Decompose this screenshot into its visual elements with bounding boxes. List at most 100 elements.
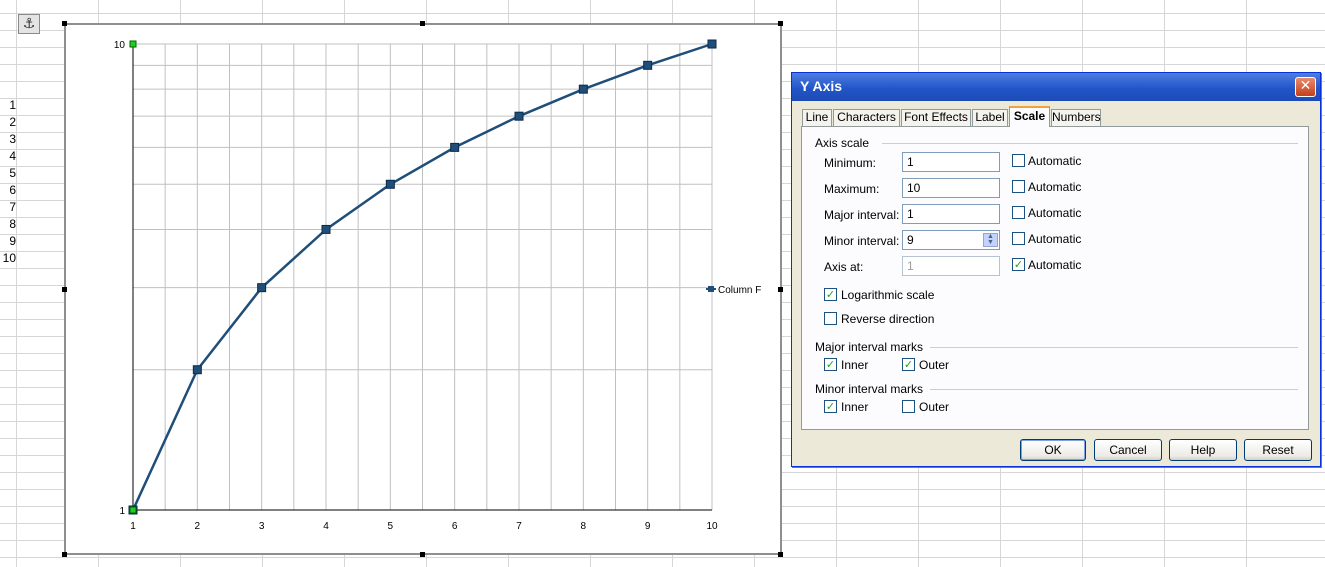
row-number-8[interactable]: 8 <box>0 216 16 233</box>
axis-scale-divider <box>882 143 1298 144</box>
data-point-marker <box>192 365 202 375</box>
maximum-input[interactable]: 10 <box>902 178 1000 198</box>
chart-object[interactable]: 1 2 3 4 5 6 7 8 9 10 1 10 Column F <box>64 23 782 555</box>
reset-button[interactable]: Reset <box>1244 439 1312 461</box>
anchor-icon[interactable]: ⚓ <box>18 14 40 34</box>
major-inner-label: Inner <box>841 358 869 372</box>
reverse-direction-checkbox[interactable] <box>824 312 837 325</box>
row-number-5[interactable]: 5 <box>0 165 16 182</box>
minor-marks-title: Minor interval marks <box>815 382 924 396</box>
logarithmic-scale-checkbox[interactable]: ✓ <box>824 288 837 301</box>
y-tick-label: 1 <box>119 506 125 517</box>
cancel-button[interactable]: Cancel <box>1094 439 1162 461</box>
legend-label: Column F <box>718 285 761 296</box>
tab-scale[interactable]: Scale <box>1009 106 1050 127</box>
minor-interval-stepper[interactable]: 9 ▲ ▼ <box>902 230 1000 250</box>
axis-scale-title: Axis scale <box>815 136 870 150</box>
minor-interval-label: Minor interval: <box>824 234 900 248</box>
row-number-1[interactable]: 1 <box>0 97 16 114</box>
x-tick-label: 1 <box>130 521 136 532</box>
minor-outer-label: Outer <box>919 400 950 414</box>
dialog-titlebar[interactable]: Y Axis ✕ <box>792 73 1320 101</box>
row-number-7[interactable]: 7 <box>0 199 16 216</box>
line-chart: 1 2 3 4 5 6 7 8 9 10 1 10 Column F <box>114 39 761 532</box>
tab-label[interactable]: Label <box>972 109 1008 126</box>
data-point-marker <box>257 283 267 293</box>
row-number-10[interactable]: 10 <box>0 250 16 267</box>
minor-outer-checkbox[interactable] <box>902 400 915 413</box>
major-marks-title: Major interval marks <box>815 340 924 354</box>
axis-handle-top <box>129 40 137 48</box>
scale-tab-panel: Axis scale Minimum: 1 Automatic Maximum:… <box>801 126 1309 430</box>
data-point-marker <box>707 39 717 49</box>
x-tick-label: 6 <box>452 521 458 532</box>
data-point-marker <box>385 179 395 189</box>
x-tick-label: 4 <box>323 521 329 532</box>
resize-handle-top-right[interactable] <box>778 21 783 26</box>
help-button[interactable]: Help <box>1169 439 1237 461</box>
data-point-marker <box>578 84 588 94</box>
x-tick-label: 7 <box>516 521 522 532</box>
major-inner-checkbox[interactable]: ✓ <box>824 358 837 371</box>
minor-inner-checkbox[interactable]: ✓ <box>824 400 837 413</box>
ok-button[interactable]: OK <box>1020 439 1086 461</box>
axis-at-automatic-label: Automatic <box>1028 258 1082 272</box>
major-interval-input[interactable]: 1 <box>902 204 1000 224</box>
y-axis-dialog: Y Axis ✕ Line Characters Font Effects La… <box>791 72 1321 467</box>
major-interval-label: Major interval: <box>824 208 900 222</box>
major-outer-checkbox[interactable]: ✓ <box>902 358 915 371</box>
axis-at-input: 1 <box>902 256 1000 276</box>
row-number-3[interactable]: 3 <box>0 131 16 148</box>
x-tick-label: 9 <box>645 521 651 532</box>
resize-handle-bottom-left[interactable] <box>62 552 67 557</box>
spin-arrows-icon[interactable]: ▲ ▼ <box>983 233 998 247</box>
resize-handle-right[interactable] <box>778 287 783 292</box>
row-number-9[interactable]: 9 <box>0 233 16 250</box>
major-interval-automatic-label: Automatic <box>1028 206 1082 220</box>
minor-interval-automatic-label: Automatic <box>1028 232 1082 246</box>
tab-font-effects[interactable]: Font Effects <box>901 109 971 126</box>
dialog-title: Y Axis <box>800 78 843 94</box>
axis-at-label: Axis at: <box>824 260 864 274</box>
minor-inner-label: Inner <box>841 400 869 414</box>
maximum-automatic-checkbox[interactable] <box>1012 180 1025 193</box>
x-tick-label: 3 <box>259 521 265 532</box>
axis-at-automatic-checkbox[interactable]: ✓ <box>1012 258 1025 271</box>
close-icon: ✕ <box>1299 78 1312 94</box>
x-tick-label: 2 <box>195 521 201 532</box>
row-number-6[interactable]: 6 <box>0 182 16 199</box>
resize-handle-left[interactable] <box>62 287 67 292</box>
tab-characters[interactable]: Characters <box>833 109 900 126</box>
minor-interval-automatic-checkbox[interactable] <box>1012 232 1025 245</box>
logarithmic-scale-label: Logarithmic scale <box>841 288 935 302</box>
data-point-marker <box>321 224 331 234</box>
maximum-automatic-label: Automatic <box>1028 180 1082 194</box>
row-number-2[interactable]: 2 <box>0 114 16 131</box>
x-tick-label: 10 <box>706 521 718 532</box>
data-point-marker <box>450 142 460 152</box>
resize-handle-top-left[interactable] <box>62 21 67 26</box>
x-tick-label: 5 <box>388 521 394 532</box>
tab-numbers[interactable]: Numbers <box>1051 109 1101 126</box>
row-number-4[interactable]: 4 <box>0 148 16 165</box>
x-tick-label: 8 <box>581 521 587 532</box>
legend-marker <box>708 286 714 292</box>
major-marks-divider <box>930 347 1298 348</box>
minor-marks-divider <box>930 389 1298 390</box>
minimum-label: Minimum: <box>824 156 877 170</box>
y-tick-label: 10 <box>114 40 126 51</box>
resize-handle-top[interactable] <box>420 21 425 26</box>
tab-line[interactable]: Line <box>802 109 832 126</box>
minimum-input[interactable]: 1 <box>902 152 1000 172</box>
major-outer-label: Outer <box>919 358 950 372</box>
data-point-marker <box>643 60 653 70</box>
resize-handle-bottom[interactable] <box>420 552 425 557</box>
data-point-marker <box>514 111 524 121</box>
minor-interval-value: 9 <box>907 233 914 247</box>
resize-handle-bottom-right[interactable] <box>778 552 783 557</box>
minimum-automatic-checkbox[interactable] <box>1012 154 1025 167</box>
major-interval-automatic-checkbox[interactable] <box>1012 206 1025 219</box>
minimum-automatic-label: Automatic <box>1028 154 1082 168</box>
close-button[interactable]: ✕ <box>1295 77 1316 97</box>
maximum-label: Maximum: <box>824 182 880 196</box>
